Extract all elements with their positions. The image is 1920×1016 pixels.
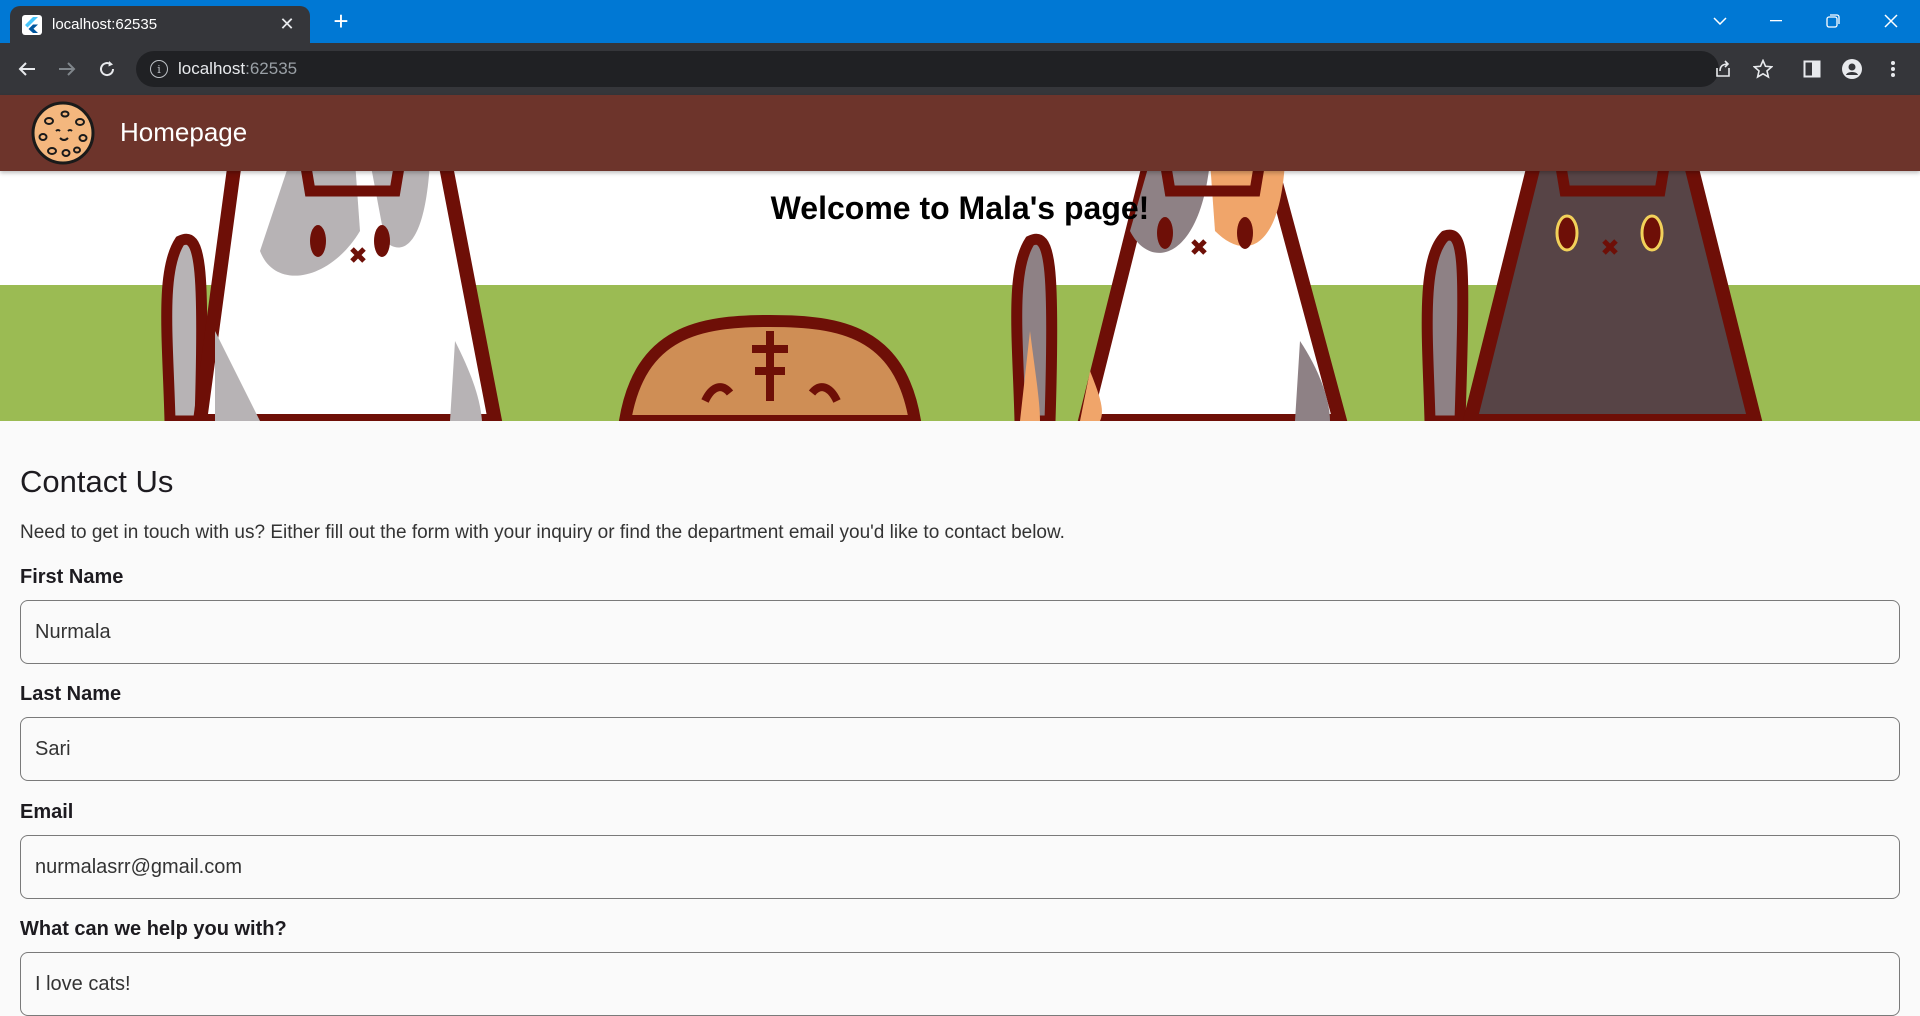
inquiry-field[interactable] (20, 952, 1900, 1016)
browser-toolbar: i localhost:62535 (0, 43, 1920, 95)
cookie-icon (30, 100, 96, 166)
app-bar-title: Homepage (120, 117, 248, 147)
browser-titlebar: localhost:62535 ✕ + (0, 0, 1920, 43)
inquiry-label: What can we help you with? (20, 918, 287, 940)
forward-icon[interactable] (52, 54, 82, 84)
browser-tab[interactable]: localhost:62535 ✕ (10, 6, 310, 43)
tab-search-icon[interactable] (1697, 4, 1743, 38)
close-tab-icon[interactable]: ✕ (276, 14, 298, 35)
restore-icon[interactable] (1810, 4, 1856, 38)
reload-icon[interactable] (92, 54, 122, 84)
site-info-icon[interactable]: i (150, 60, 168, 78)
app-bar: Homepage (0, 95, 1920, 171)
contact-intro: Need to get in touch with us? Either fil… (20, 522, 1065, 543)
minimize-icon[interactable] (1753, 4, 1799, 38)
flutter-icon (22, 14, 42, 35)
bookmark-star-icon[interactable] (1749, 55, 1777, 83)
last-name-label: Last Name (20, 683, 122, 705)
profile-icon[interactable] (1838, 55, 1866, 83)
new-tab-icon[interactable]: + (326, 7, 356, 35)
address-bar[interactable]: i localhost:62535 (136, 51, 1719, 87)
share-icon[interactable] (1709, 55, 1737, 83)
back-icon[interactable] (12, 54, 42, 84)
email-label: Email (20, 801, 74, 823)
tab-title: localhost:62535 (52, 16, 158, 33)
url-port: :62535 (245, 59, 298, 78)
last-name-field[interactable] (20, 717, 1900, 781)
close-window-icon[interactable] (1868, 4, 1914, 38)
banner-title: Welcome to Mala's page! (770, 190, 1150, 226)
first-name-field[interactable] (20, 600, 1900, 664)
menu-kebab-icon[interactable] (1879, 55, 1907, 83)
first-name-label: First Name (20, 566, 124, 588)
side-panel-icon[interactable] (1798, 55, 1826, 83)
contact-title: Contact Us (20, 464, 174, 499)
welcome-banner: Welcome to Mala's page! (0, 171, 1920, 421)
email-field[interactable] (20, 835, 1900, 899)
url-host: localhost (178, 59, 246, 78)
